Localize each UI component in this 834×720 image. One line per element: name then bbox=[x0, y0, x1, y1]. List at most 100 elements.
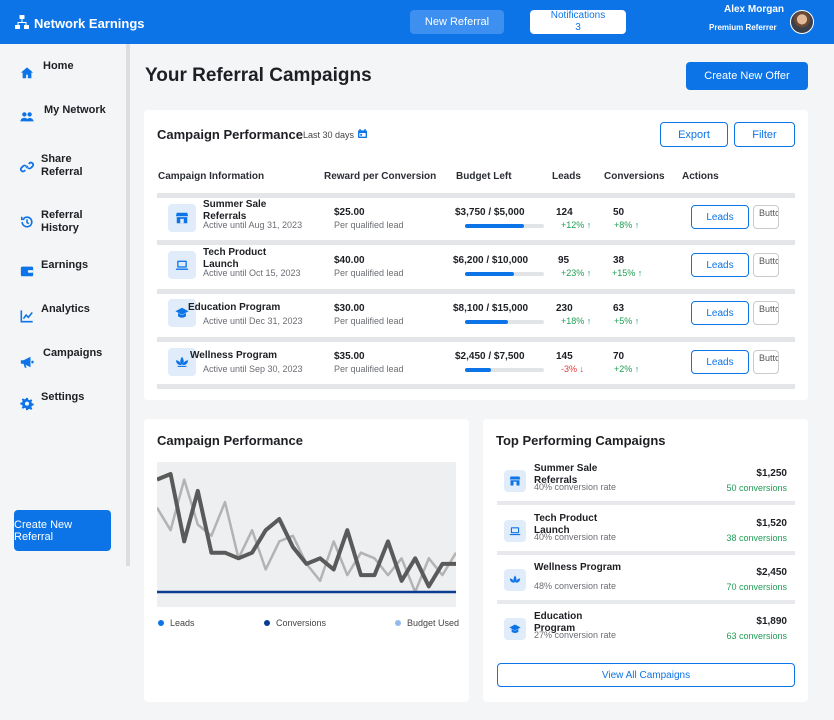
link-icon bbox=[20, 160, 34, 174]
earnings-amount: $1,250 bbox=[756, 468, 787, 479]
sidebar: Home My Network Share Referral Referral … bbox=[0, 44, 126, 720]
campaign-active-until: Active until Sep 30, 2023 bbox=[203, 364, 303, 374]
budget-left: $3,750 / $5,000 bbox=[455, 207, 525, 218]
top-bar: Network Earnings New Referral Notificati… bbox=[0, 0, 834, 44]
sidebar-item-campaigns[interactable]: Campaigns bbox=[0, 347, 126, 369]
budget-left: $6,200 / $10,000 bbox=[453, 255, 529, 266]
graduation-cap-icon bbox=[504, 618, 526, 640]
conversions-count: 50 bbox=[613, 207, 625, 218]
network-icon bbox=[14, 14, 30, 33]
sidebar-item-referral-history[interactable]: Referral History bbox=[0, 209, 126, 239]
legend-item: Leads bbox=[158, 618, 195, 628]
app-title: Network Earnings bbox=[34, 16, 145, 31]
row-divider bbox=[157, 240, 795, 245]
avatar[interactable] bbox=[790, 10, 814, 34]
user-name: Alex Morgan bbox=[724, 4, 785, 15]
column-header: Leads bbox=[552, 171, 581, 182]
sidebar-item-earnings[interactable]: Earnings bbox=[0, 259, 126, 281]
row-action-button[interactable]: Button bbox=[753, 350, 779, 374]
row-action-button[interactable]: Button bbox=[753, 253, 779, 277]
gear-icon bbox=[20, 397, 34, 411]
legend-item: Budget Used bbox=[395, 618, 459, 628]
arrow-up-icon: ↑ bbox=[586, 220, 592, 230]
sidebar-item-label: Campaigns bbox=[43, 347, 103, 359]
card-title: Campaign Performance bbox=[157, 433, 303, 448]
lotus-icon bbox=[504, 569, 526, 591]
sidebar-item-label: My Network bbox=[44, 104, 106, 116]
date-range[interactable]: Last 30 days bbox=[303, 129, 368, 140]
chart-icon bbox=[20, 309, 34, 323]
column-header: Campaign Information bbox=[158, 171, 265, 182]
leads-count: 230 bbox=[556, 303, 573, 314]
row-action-button[interactable]: Button bbox=[753, 205, 779, 229]
conversions-count: 38 conversions bbox=[726, 533, 787, 543]
column-header: Reward per Conversion bbox=[324, 171, 437, 182]
laptop-icon bbox=[168, 251, 196, 279]
budget-left: $8,100 / $15,000 bbox=[453, 303, 529, 314]
budget-progress-fill bbox=[465, 272, 514, 276]
leads-button[interactable]: Leads bbox=[691, 301, 749, 325]
row-divider bbox=[497, 600, 795, 604]
create-new-offer-button[interactable]: Create New Offer bbox=[686, 62, 808, 90]
leads-button[interactable]: Leads bbox=[691, 253, 749, 277]
sidebar-scrollbar[interactable] bbox=[126, 44, 130, 566]
leads-button[interactable]: Leads bbox=[691, 205, 749, 229]
sidebar-item-settings[interactable]: Settings bbox=[0, 391, 126, 413]
new-referral-button[interactable]: New Referral bbox=[410, 10, 504, 34]
conversion-rate: 48% conversion rate bbox=[534, 581, 617, 591]
reward-note: Per qualified lead bbox=[334, 364, 404, 374]
view-all-campaigns-button[interactable]: View All Campaigns bbox=[497, 663, 795, 687]
filter-button[interactable]: Filter bbox=[734, 122, 795, 147]
arrow-up-icon: ↑ bbox=[634, 364, 640, 374]
sidebar-item-label: Analytics bbox=[41, 303, 90, 315]
top-performing-campaigns-card: Top Performing Campaigns Summer Sale Ref… bbox=[483, 419, 808, 702]
conversion-rate: 40% conversion rate bbox=[534, 532, 617, 542]
line-chart-svg bbox=[155, 472, 458, 594]
sidebar-item-my-network[interactable]: My Network bbox=[0, 104, 126, 134]
legend-item: Conversions bbox=[264, 618, 326, 628]
column-header: Actions bbox=[682, 171, 719, 182]
laptop-icon bbox=[504, 520, 526, 542]
conversions-count: 50 conversions bbox=[726, 483, 787, 493]
notifications-count: 3 bbox=[575, 22, 581, 33]
budget-progress-bar bbox=[465, 272, 544, 276]
leads-button[interactable]: Leads bbox=[691, 350, 749, 374]
conversions-trend: +8% ↑ bbox=[614, 220, 640, 230]
earnings-amount: $1,890 bbox=[756, 616, 787, 627]
store-icon bbox=[168, 204, 196, 232]
list-item[interactable]: Education Program 27% conversion rate $1… bbox=[497, 611, 795, 657]
line-chart bbox=[155, 462, 458, 607]
budget-progress-bar bbox=[465, 368, 544, 372]
card-title: Top Performing Campaigns bbox=[496, 433, 666, 448]
sidebar-item-label: Share Referral bbox=[41, 153, 83, 178]
budget-progress-fill bbox=[465, 224, 525, 228]
conversions-trend: +5% ↑ bbox=[614, 316, 640, 326]
conversions-count: 70 conversions bbox=[726, 582, 787, 592]
leads-trend: +23% ↑ bbox=[561, 268, 592, 278]
conversions-trend: +15% ↑ bbox=[612, 268, 643, 278]
sidebar-item-analytics[interactable]: Analytics bbox=[0, 303, 126, 325]
history-icon bbox=[20, 215, 34, 229]
notifications-button[interactable]: Notifications 3 bbox=[530, 10, 626, 34]
campaign-active-until: Active until Dec 31, 2023 bbox=[203, 316, 303, 326]
notifications-label: Notifications bbox=[550, 10, 606, 21]
leads-trend: -3% ↓ bbox=[561, 364, 585, 374]
sidebar-item-home[interactable]: Home bbox=[0, 60, 126, 88]
budget-left: $2,450 / $7,500 bbox=[455, 351, 525, 362]
column-header: Conversions bbox=[604, 171, 665, 182]
export-button[interactable]: Export bbox=[660, 122, 728, 147]
conversion-rate: 40% conversion rate bbox=[534, 482, 617, 492]
calendar-icon bbox=[358, 129, 368, 140]
create-new-referral-button[interactable]: Create New Referral bbox=[14, 510, 111, 551]
earnings-amount: $1,520 bbox=[756, 518, 787, 529]
brand[interactable]: Network Earnings bbox=[14, 14, 145, 33]
sidebar-item-share-referral[interactable]: Share Referral bbox=[0, 153, 126, 183]
reward-value: $35.00 bbox=[334, 351, 365, 362]
arrow-up-icon: ↑ bbox=[634, 220, 640, 230]
reward-value: $25.00 bbox=[334, 207, 365, 218]
column-header: Budget Left bbox=[456, 171, 512, 182]
sidebar-item-label: Home bbox=[43, 60, 74, 72]
conversions-count: 70 bbox=[613, 351, 625, 362]
row-divider bbox=[157, 384, 795, 389]
row-action-button[interactable]: Button bbox=[753, 301, 779, 325]
